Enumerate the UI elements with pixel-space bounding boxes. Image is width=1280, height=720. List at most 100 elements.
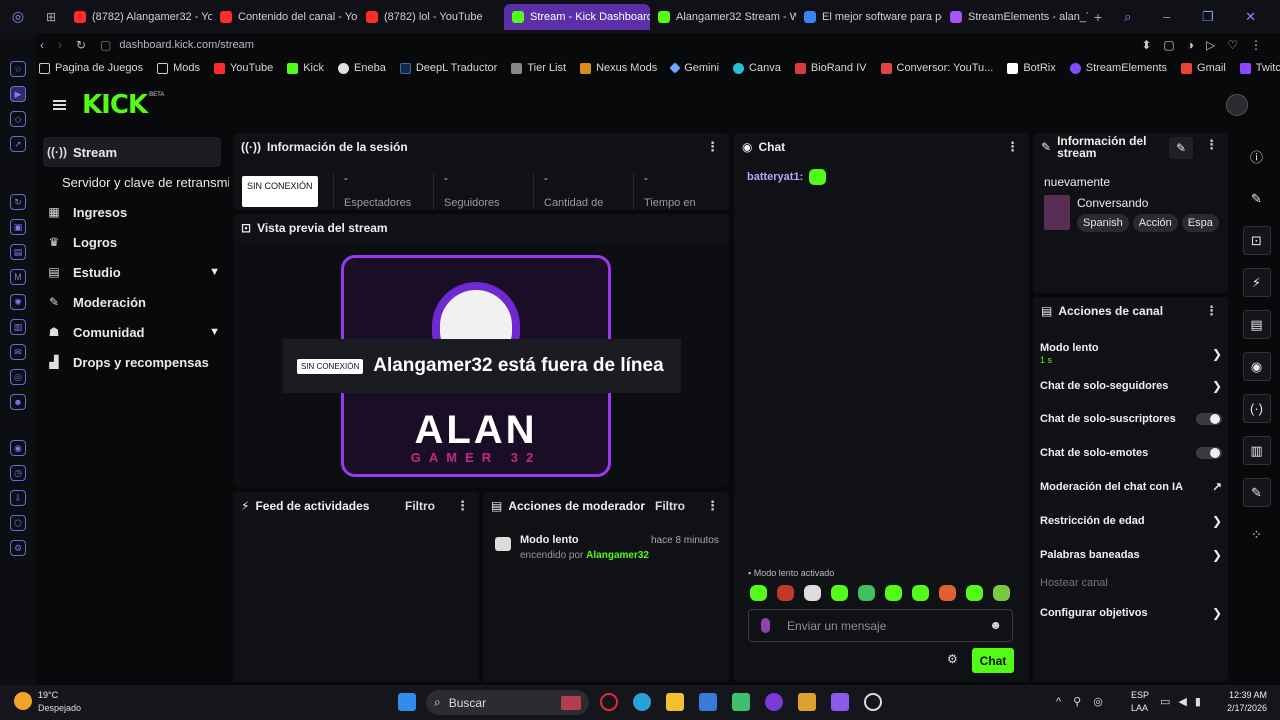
more-icon[interactable]: ⋮ [1006,139,1019,155]
action-followers-only[interactable]: Chat de solo-seguidores ❯ [1040,379,1222,393]
bookmark-13[interactable]: StreamElements [1069,62,1167,74]
clock-icon[interactable]: ◷ [10,465,26,481]
twitch-app-icon[interactable] [831,693,849,711]
emote-icon[interactable] [777,585,794,601]
action-age-restriction[interactable]: Restricción de edad ❯ [1040,514,1222,528]
chat-username[interactable]: batteryat1: [747,171,803,183]
bag-icon[interactable]: ▣ [10,219,26,235]
tab-grid-icon[interactable]: ⊞ [36,10,66,24]
action-ai-moderation[interactable]: Moderación del chat con IA ↗ [1040,480,1222,494]
clipboard-icon[interactable]: ▤ [1242,310,1271,339]
more-icon[interactable]: ⋮ [706,498,719,514]
bookmark-3[interactable]: Kick [287,62,324,74]
action-host-channel[interactable]: Hostear canal [1040,577,1222,589]
tab-6[interactable]: StreamElements - alan_78 [942,4,1088,30]
pencil-icon[interactable]: ✎ [1243,184,1271,213]
bookmark-2[interactable]: YouTube [213,62,273,74]
more-icon[interactable]: ⋮ [1205,138,1218,151]
bookmark-8[interactable]: Gemini [669,62,719,74]
emote-icon[interactable] [858,585,875,601]
bookmark-12[interactable]: BotRix [1007,62,1056,74]
tag-pill[interactable]: Acción [1132,214,1178,232]
kick-logo[interactable]: KICK [82,90,148,120]
emote-icon[interactable] [993,585,1010,601]
bookmark-11[interactable]: Conversor: YouTu... [880,62,993,74]
opera-icon[interactable] [600,693,618,711]
more-icon[interactable]: ⋮ [1205,303,1218,319]
weather-desc[interactable]: Despejado [38,703,81,713]
lightning-icon[interactable]: ⚡ [1242,268,1271,297]
emote-icon[interactable] [750,585,767,601]
bookmark-4[interactable]: Eneba [338,62,386,74]
back-icon[interactable]: ‹ [40,38,44,52]
emote-icon[interactable] [804,585,821,601]
chat-input[interactable]: Enviar un mensaje ☻ [748,609,1013,642]
action-goals[interactable]: Configurar objetivos ❯ [1040,606,1222,620]
sidebar-item-comunidad[interactable]: ☗ Comunidad ▼ [36,317,229,347]
mod-filter-button[interactable]: Filtro [655,499,685,513]
clock-date[interactable]: 2/17/2026 [1221,703,1267,713]
feed-filter-button[interactable]: Filtro [405,499,435,513]
store-icon[interactable] [699,693,717,711]
instagram-icon[interactable]: ◎ [10,369,26,385]
taskbar-search[interactable]: ⌕ Buscar [426,690,589,715]
info-icon[interactable]: ⓘ [1243,142,1271,171]
gamepad-icon[interactable]: ◇ [10,111,26,127]
download-icon[interactable]: ⇩ [10,490,26,506]
action-slow-mode[interactable]: Modo lento 1 s ❯ [1040,340,1222,368]
microphone-icon[interactable] [761,618,770,633]
keyboard-layout[interactable]: LAA [1131,703,1148,713]
action-banned-words[interactable]: Palabras baneadas ❯ [1040,548,1222,562]
obs-icon[interactable] [864,693,882,711]
clock-time[interactable]: 12:39 AM [1225,690,1267,700]
chat-send-button[interactable]: Chat [972,648,1014,673]
discord-icon[interactable]: ☻ [10,394,26,410]
wrench-icon[interactable]: ✎ [1242,478,1271,507]
app-icon[interactable] [765,693,783,711]
server-icon[interactable]: ▥ [1242,436,1271,465]
bookmark-5[interactable]: DeepL Traductor [399,62,497,74]
app-icon[interactable] [732,693,750,711]
add-widget-icon[interactable]: ⁘ [1243,520,1271,549]
tab-2[interactable]: (8782) lol - YouTube [358,4,504,30]
windows-start-icon[interactable] [398,693,416,711]
emote-icon[interactable] [939,585,956,601]
mail-icon[interactable]: M [10,269,26,285]
preview-icon[interactable]: ⊡ [1242,226,1271,255]
tray-icons[interactable]: ^⚲◎ [1056,695,1115,708]
sidebar-item-logros[interactable]: ♛ Logros [36,227,229,257]
emote-icon[interactable] [831,585,848,601]
keyboard-lang[interactable]: ESP [1131,690,1149,700]
tag-pill[interactable]: Spanish [1077,214,1129,232]
bookmark-9[interactable]: Canva [733,62,781,74]
mod-entry-user[interactable]: Alangamer32 [586,550,649,561]
chat-settings-icon[interactable]: ⚙ [947,652,958,666]
menu-icon[interactable] [53,100,66,110]
emoji-icon[interactable]: ☻ [989,618,1002,632]
stream-category[interactable]: Conversando [1077,196,1148,210]
url-field[interactable]: dashboard.kick.com/stream [119,39,254,51]
tab-5[interactable]: El mejor software para pe [796,4,942,30]
bookmark-1[interactable]: Mods [157,62,200,74]
bookmark-15[interactable]: Twitch [1239,62,1280,74]
file-explorer-icon[interactable] [666,693,684,711]
broadcast-icon[interactable]: (·) [1242,394,1271,423]
sidebar-item-drops[interactable]: ▟ Drops y recompensas [36,347,229,377]
bookmark-10[interactable]: BioRand IV [794,62,867,74]
tag-pill[interactable]: Espa [1181,214,1219,232]
twitch-side-icon[interactable]: ▥ [10,319,26,335]
history-icon[interactable]: ↻ [10,194,26,210]
bookmark-7[interactable]: Nexus Mods [580,62,657,74]
new-tab-icon[interactable]: + [1088,9,1108,25]
settings-icon[interactable]: ⚙ [10,540,26,556]
tab-3-active[interactable]: Stream - Kick Dashboard [504,3,650,30]
tab-1[interactable]: Contenido del canal - You [212,4,358,30]
emote-icon[interactable] [885,585,902,601]
edit-icon[interactable]: ✎ [1169,137,1193,159]
bookmark-0[interactable]: Pagina de Juegos [39,62,143,74]
player-circle-icon[interactable]: ◉ [10,440,26,456]
subs-only-toggle[interactable] [1196,413,1222,425]
browser-logo-icon[interactable]: ◎ [0,8,36,25]
tab-0[interactable]: (8782) Alangamer32 - You [66,4,212,30]
more-icon[interactable]: ⋮ [456,498,469,514]
